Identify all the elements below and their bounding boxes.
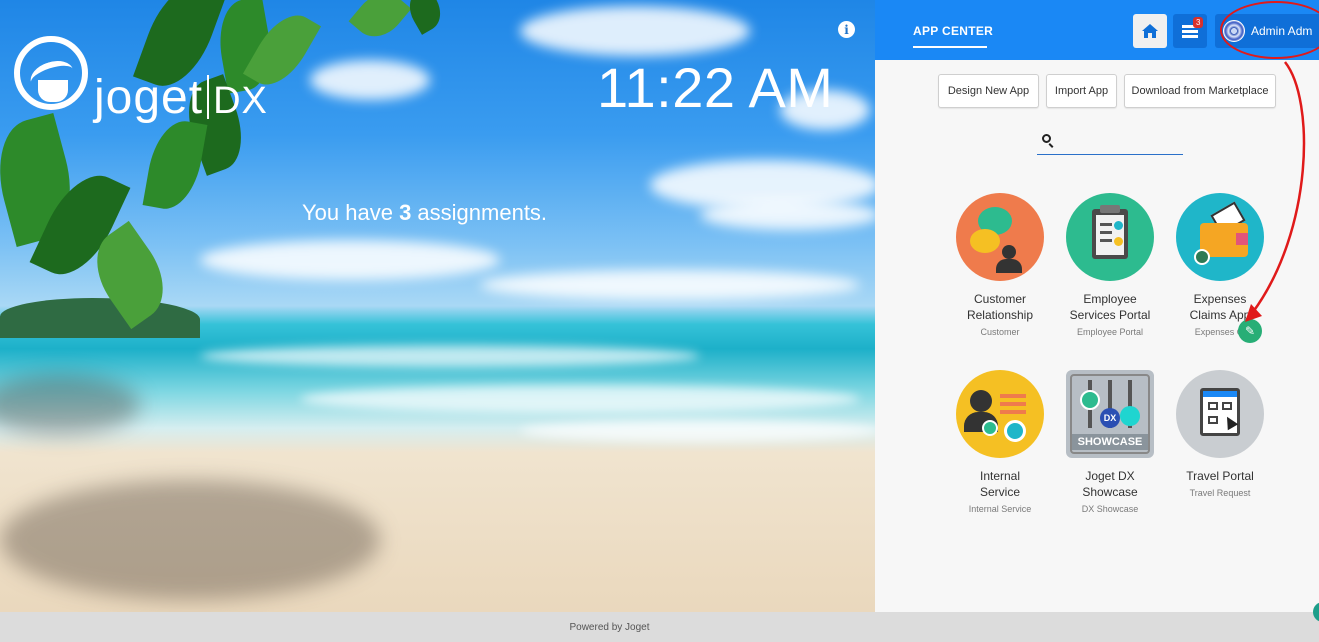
powered-by-text[interactable]: Powered by Joget <box>569 622 649 633</box>
import-app-button[interactable]: Import App <box>1046 74 1117 108</box>
top-bar: APP CENTER 3 Admin Adm <box>875 0 1319 60</box>
app-title-line: Relationship <box>966 308 1034 322</box>
leaf <box>142 116 208 214</box>
assignments-prefix: You have <box>302 200 400 225</box>
app-title: Travel Portal <box>1165 468 1275 484</box>
island <box>0 298 200 338</box>
joget-logo-mark <box>14 35 88 110</box>
app-center-title[interactable]: APP CENTER <box>913 24 993 48</box>
app-title: Internal Service <box>945 468 1055 500</box>
search-input[interactable] <box>1057 130 1181 154</box>
cloud <box>480 270 860 300</box>
leaf <box>402 0 448 35</box>
logo-word: joget <box>94 71 204 124</box>
app-title: Employee Services Portal <box>1055 291 1165 323</box>
app-subtitle: Employee Portal <box>1076 327 1144 337</box>
sand-shadow <box>0 375 140 435</box>
app-title-line: Showcase <box>1082 485 1138 499</box>
app-subtitle: DX Showcase <box>1081 504 1139 514</box>
app-internal-service[interactable]: Internal Service Internal Service <box>945 370 1055 514</box>
app-subtitle: Internal Service <box>968 504 1032 514</box>
assignments-suffix: assignments. <box>411 200 548 225</box>
app-joget-dx-showcase[interactable]: DX SHOWCASE Joget DX Showcase DX Showcase <box>1055 370 1165 514</box>
assignments-message[interactable]: You have 3 assignments. <box>302 200 547 226</box>
assignments-count: 3 <box>399 200 412 225</box>
cloud <box>520 6 750 56</box>
app-title-line: Employee <box>1083 292 1137 306</box>
app-title-line: Travel Portal <box>1186 469 1254 483</box>
app-travel-portal[interactable]: Travel Portal Travel Request <box>1165 370 1275 498</box>
joget-logo: joget DX <box>14 20 268 125</box>
sliders-icon: DX SHOWCASE <box>1066 370 1154 458</box>
flowchart-icon <box>1176 370 1264 458</box>
app-center-panel: APP CENTER 3 Admin Adm Design New App Im… <box>875 0 1319 612</box>
app-subtitle: Customer <box>980 327 1020 337</box>
chat-icon <box>956 193 1044 281</box>
cloud <box>700 200 875 230</box>
annotation-ellipse <box>1220 1 1319 59</box>
clock: 11:22 AM <box>597 56 834 119</box>
design-new-app-button[interactable]: Design New App <box>938 74 1039 108</box>
app-title-line: Customer <box>973 292 1026 306</box>
showcase-label: SHOWCASE <box>1072 434 1148 450</box>
user-gear-icon <box>956 370 1044 458</box>
inbox-button[interactable]: 3 <box>1173 14 1207 48</box>
cloud <box>310 60 430 100</box>
sand-shadow <box>0 480 380 600</box>
surf <box>200 345 700 367</box>
app-title-line: Service <box>979 485 1020 499</box>
footer: Powered by Joget <box>0 612 1319 642</box>
annotation-arrow <box>1245 61 1306 322</box>
home-icon <box>1142 24 1158 38</box>
app-title-line: Internal <box>979 469 1021 483</box>
surf <box>520 420 875 442</box>
inbox-badge: 3 <box>1193 17 1204 28</box>
logo-dx: DX <box>213 80 268 122</box>
joget-logo-text: joget DX <box>94 70 268 125</box>
clipboard-icon <box>1066 193 1154 281</box>
home-button[interactable] <box>1133 14 1167 48</box>
app-employee-services-portal[interactable]: Employee Services Portal Employee Portal <box>1055 193 1165 337</box>
app-title: Customer Relationship <box>945 291 1055 323</box>
app-title: Joget DX Showcase <box>1055 468 1165 500</box>
hero-background: joget DX i 11:22 AM You have 3 assignment… <box>0 0 875 612</box>
surf <box>300 385 860 413</box>
app-subtitle: Travel Request <box>1189 488 1251 498</box>
app-title-line: Joget DX <box>1085 469 1135 483</box>
search-icon <box>1042 134 1051 143</box>
info-icon[interactable]: i <box>838 21 855 38</box>
logo-divider <box>207 75 210 119</box>
search-box[interactable] <box>1037 130 1183 155</box>
cloud <box>200 240 500 280</box>
app-title-line: Services Portal <box>1069 308 1151 322</box>
app-customer-relationship[interactable]: Customer Relationship Customer <box>945 193 1055 337</box>
leaf <box>348 0 412 48</box>
